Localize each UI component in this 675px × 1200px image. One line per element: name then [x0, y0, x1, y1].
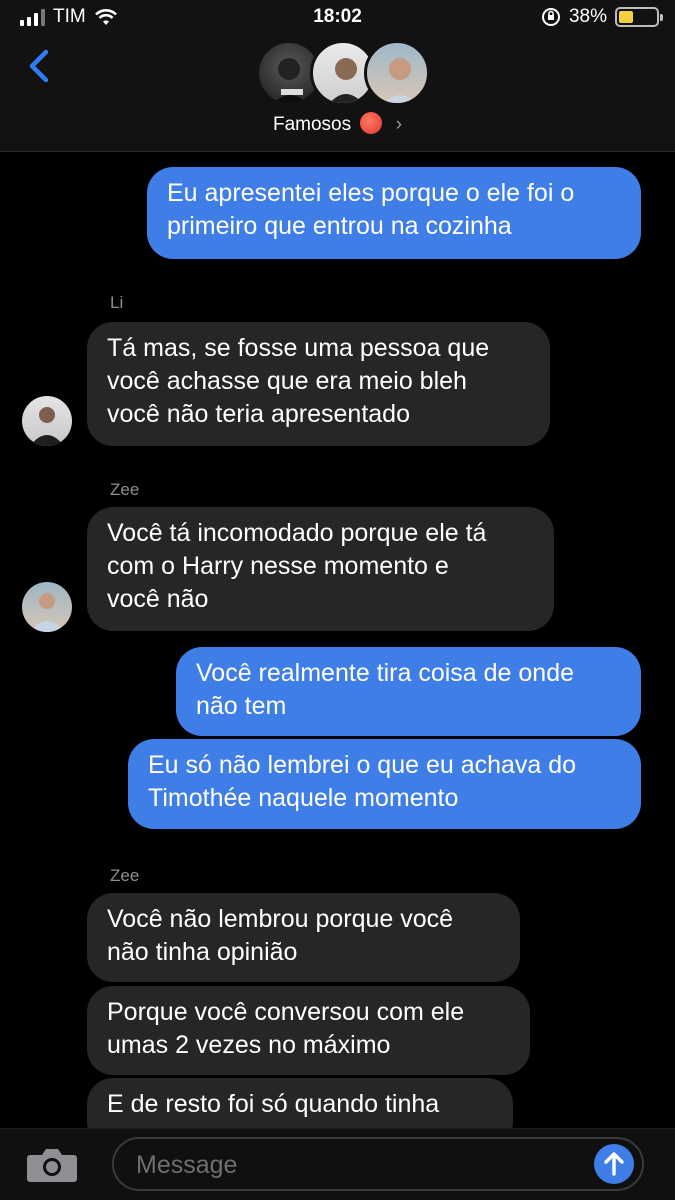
- message-line: você achasse que era meio bleh: [107, 367, 467, 395]
- sender-avatar[interactable]: [22, 396, 72, 446]
- battery-percent: 38%: [568, 6, 607, 27]
- battery-level-fill: [619, 11, 633, 23]
- message-bubble-received[interactable]: Você tá incomodado porque ele tá com o H…: [87, 507, 554, 631]
- camera-icon[interactable]: [26, 1145, 78, 1183]
- message-line: Timothée naquele momento: [148, 784, 459, 812]
- message-line: E de resto foi só quando tinha: [107, 1090, 440, 1118]
- message-line: primeiro que entrou na cozinha: [167, 212, 512, 240]
- message-line: não tem: [196, 692, 287, 720]
- compose-bar: Message: [0, 1128, 675, 1200]
- message-bubble-sent[interactable]: Eu apresentei eles porque o ele foi o pr…: [147, 167, 641, 259]
- message-line: Você realmente tira coisa de onde: [196, 659, 575, 687]
- sender-avatar[interactable]: [22, 582, 72, 632]
- message-line: você não: [107, 585, 209, 613]
- message-bubble-sent[interactable]: Eu só não lembrei o que eu achava do Tim…: [128, 739, 641, 829]
- message-line: não tinha opinião: [107, 938, 298, 966]
- sender-name: Li: [110, 293, 124, 312]
- message-bubble-sent[interactable]: Você realmente tira coisa de onde não te…: [176, 647, 641, 736]
- message-placeholder: Message: [136, 1151, 238, 1179]
- message-line: Você não lembrou porque você: [107, 905, 454, 933]
- message-bubble-received[interactable]: Tá mas, se fosse uma pessoa que você ach…: [87, 322, 550, 446]
- send-button[interactable]: [594, 1144, 634, 1184]
- sender-name: Zee: [110, 866, 140, 885]
- message-line: umas 2 vezes no máximo: [107, 1031, 391, 1059]
- chat-header: TIM 18:02 38% Famosos ›: [0, 0, 675, 152]
- rotation-lock-icon: [541, 8, 560, 26]
- group-avatars[interactable]: [256, 38, 430, 108]
- message-line: você não teria apresentado: [107, 400, 410, 428]
- back-chevron-icon[interactable]: [22, 44, 62, 88]
- hot-face-emoji-icon: [360, 112, 383, 134]
- message-input[interactable]: Message: [112, 1137, 644, 1191]
- message-line: Você tá incomodado porque ele tá: [107, 519, 487, 547]
- sender-name: Zee: [110, 480, 140, 499]
- message-line: Porque você conversou com ele: [107, 998, 465, 1026]
- message-line: com o Harry nesse momento e: [107, 552, 449, 580]
- message-line: Tá mas, se fosse uma pessoa que: [107, 334, 490, 362]
- avatar-3: [364, 40, 430, 106]
- group-name-label: Famosos: [272, 114, 352, 135]
- battery-icon: [615, 7, 663, 27]
- message-line: Eu apresentei eles porque o ele foi o: [167, 179, 575, 207]
- chevron-right-icon: ›: [395, 114, 403, 135]
- arrow-up-icon: [604, 1152, 624, 1176]
- message-line: Eu só não lembrei o que eu achava do: [148, 751, 577, 779]
- message-bubble-received[interactable]: Porque você conversou com ele umas 2 vez…: [87, 986, 530, 1075]
- group-title[interactable]: Famosos ›: [0, 112, 675, 136]
- message-bubble-received[interactable]: Você não lembrou porque você não tinha o…: [87, 893, 520, 982]
- status-bar: TIM 18:02 38%: [0, 0, 675, 36]
